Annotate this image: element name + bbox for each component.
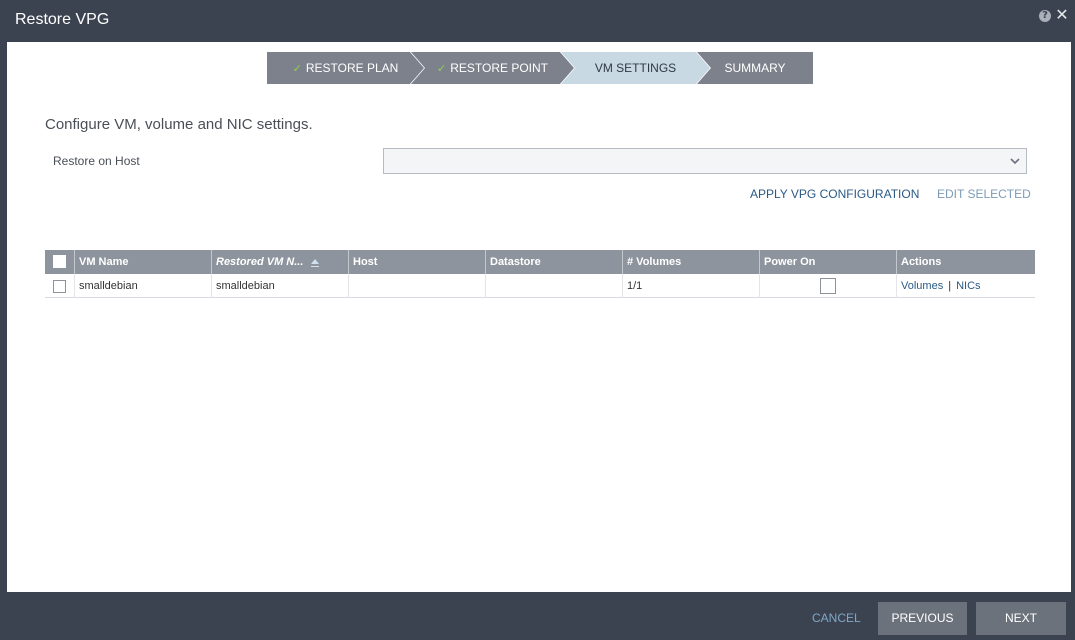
volumes-link[interactable]: Volumes bbox=[901, 280, 943, 292]
dialog-titlebar: Restore VPG ? ✕ bbox=[0, 0, 1075, 42]
column-datastore[interactable]: Datastore bbox=[485, 250, 622, 274]
table-row[interactable]: smalldebian smalldebian 1/1 Volumes | NICs bbox=[45, 274, 1035, 298]
step-label: VM SETTINGS bbox=[594, 61, 677, 75]
datastore-cell bbox=[485, 274, 622, 298]
previous-button[interactable]: PREVIOUS bbox=[878, 602, 967, 635]
volumes-cell: 1/1 bbox=[622, 274, 759, 298]
dialog-footer: CANCEL PREVIOUS NEXT bbox=[0, 592, 1075, 640]
nics-link[interactable]: NICs bbox=[956, 280, 980, 292]
step-label: SUMMARY bbox=[724, 61, 786, 75]
step-label: RESTORE PLAN bbox=[305, 61, 399, 75]
step-label: RESTORE POINT bbox=[450, 61, 548, 75]
edit-selected-link[interactable]: EDIT SELECTED bbox=[937, 187, 1031, 201]
select-all-checkbox[interactable] bbox=[53, 255, 66, 268]
actions-cell: Volumes | NICs bbox=[896, 274, 1035, 298]
column-vm-name[interactable]: VM Name bbox=[74, 250, 211, 274]
power-on-checkbox[interactable] bbox=[820, 278, 836, 294]
column-restored-vm-name[interactable]: Restored VM N... bbox=[211, 250, 348, 274]
step-restore-point: ✓ RESTORE POINT bbox=[411, 52, 574, 84]
row-select-cell bbox=[45, 274, 74, 298]
vm-name-cell: smalldebian bbox=[74, 274, 211, 298]
column-actions[interactable]: Actions bbox=[896, 250, 1035, 274]
apply-vpg-configuration-link[interactable]: APPLY VPG CONFIGURATION bbox=[750, 187, 919, 201]
restored-vm-name-cell: smalldebian bbox=[211, 274, 348, 298]
column-volumes[interactable]: # Volumes bbox=[622, 250, 759, 274]
column-host[interactable]: Host bbox=[348, 250, 485, 274]
column-power-on[interactable]: Power On bbox=[759, 250, 896, 274]
wizard-steps: ✓ RESTORE PLAN ✓ RESTORE POINT VM SETTINGS… bbox=[267, 52, 827, 84]
table-header: VM Name Restored VM N... Host Datastore … bbox=[45, 250, 1035, 274]
dialog-content: ✓ RESTORE PLAN ✓ RESTORE POINT VM SETTINGS… bbox=[7, 42, 1071, 592]
close-icon[interactable]: ✕ bbox=[1055, 6, 1069, 24]
sort-ascending-icon bbox=[311, 259, 320, 264]
step-summary: SUMMARY bbox=[697, 52, 813, 84]
page-heading: Configure VM, volume and NIC settings. bbox=[45, 116, 313, 133]
column-label: Restored VM N... bbox=[216, 256, 304, 268]
step-vm-settings: VM SETTINGS bbox=[561, 52, 710, 84]
action-separator: | bbox=[948, 280, 952, 292]
host-cell bbox=[348, 274, 485, 298]
row-checkbox[interactable] bbox=[53, 280, 66, 293]
dialog-title: Restore VPG bbox=[15, 11, 110, 28]
power-on-cell bbox=[759, 274, 896, 298]
cancel-button[interactable]: CANCEL bbox=[812, 611, 861, 625]
restore-host-label: Restore on Host bbox=[53, 154, 140, 168]
restore-host-select[interactable] bbox=[383, 148, 1027, 174]
sort-underline bbox=[311, 266, 320, 267]
chevron-down-icon bbox=[1010, 158, 1020, 165]
check-icon: ✓ bbox=[436, 62, 447, 75]
vm-table: VM Name Restored VM N... Host Datastore … bbox=[45, 250, 1035, 298]
check-icon: ✓ bbox=[292, 62, 302, 75]
select-all-cell bbox=[45, 250, 74, 274]
step-restore-plan: ✓ RESTORE PLAN bbox=[267, 52, 424, 84]
next-button[interactable]: NEXT bbox=[976, 602, 1066, 635]
help-icon[interactable]: ? bbox=[1039, 10, 1051, 22]
